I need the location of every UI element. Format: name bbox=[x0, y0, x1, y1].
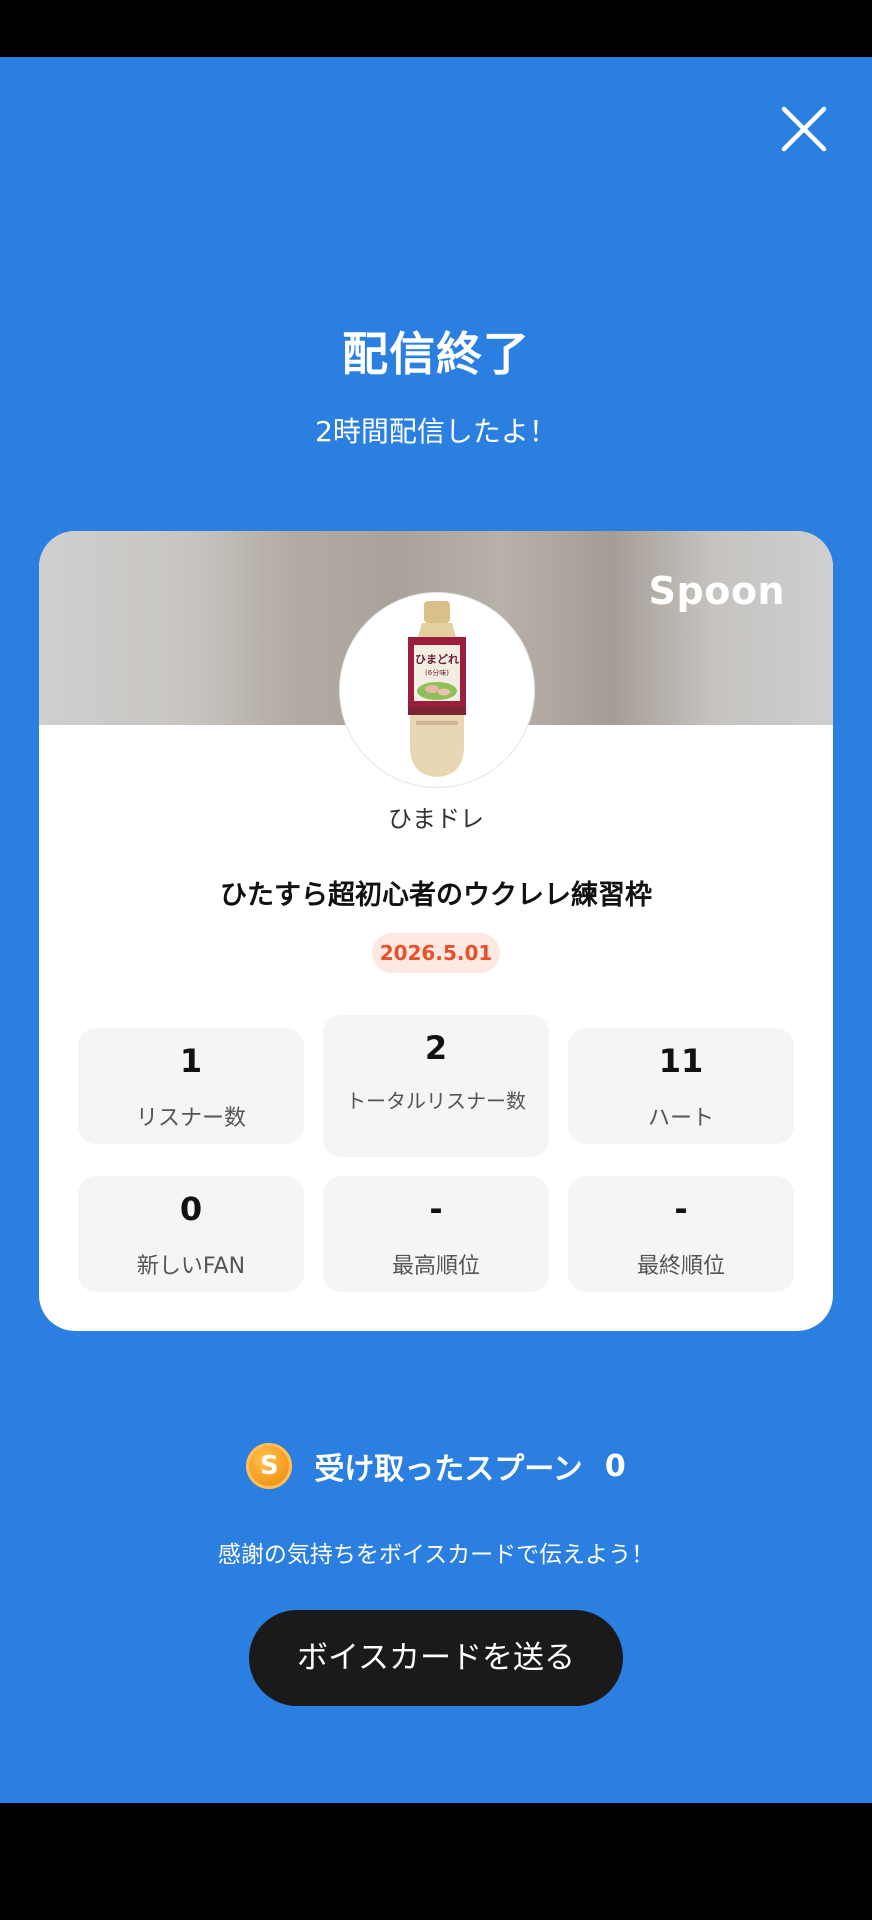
page-subtitle: 2時間配信したよ！ bbox=[315, 415, 557, 448]
stat-value: 1 bbox=[179, 1042, 203, 1080]
page-title: 配信終了 bbox=[342, 327, 530, 381]
spoons-received-count: 0 bbox=[604, 1448, 626, 1484]
stat-label: 新しいFAN bbox=[136, 1254, 246, 1279]
broadcast-ended-screen: 配信終了 2時間配信したよ！ Spoon ひまどれ (6分味) ひまドレ ひたす… bbox=[0, 57, 872, 1803]
send-voice-card-button[interactable]: ボイスカードを送る bbox=[249, 1610, 623, 1706]
spoons-received: S 受け取ったスプーン 0 bbox=[0, 1438, 872, 1494]
spoons-received-label: 受け取ったスプーン bbox=[314, 1452, 583, 1487]
voice-card-prompt: 感謝の気持ちをボイスカードで伝えよう！ bbox=[217, 1542, 655, 1568]
stat-label: ハート bbox=[647, 1106, 714, 1131]
stat-hearts: 11 ハート bbox=[568, 1028, 794, 1144]
stat-total-listeners: 2 トータルリスナー数 bbox=[323, 1015, 549, 1157]
stat-value: 2 bbox=[424, 1029, 448, 1067]
broadcast-summary-card: Spoon ひまどれ (6分味) ひまドレ ひたすら超初心者のウクレレ練習枠 2… bbox=[39, 531, 833, 1331]
username: ひまドレ bbox=[388, 805, 484, 833]
stat-value: - bbox=[429, 1190, 443, 1228]
spoon-coin-icon: S bbox=[246, 1443, 293, 1489]
close-icon bbox=[781, 106, 827, 152]
stat-label: リスナー数 bbox=[135, 1106, 246, 1131]
stat-value: - bbox=[674, 1190, 688, 1228]
date-badge: 2026.5.01 bbox=[372, 933, 500, 973]
stat-label: 最終順位 bbox=[636, 1254, 725, 1279]
svg-text:(6分味): (6分味) bbox=[425, 668, 449, 677]
stat-listeners: 1 リスナー数 bbox=[78, 1028, 304, 1144]
close-button[interactable] bbox=[778, 103, 830, 155]
navigation-bar bbox=[0, 1803, 872, 1920]
stat-label: トータルリスナー数 bbox=[346, 1089, 526, 1113]
spoon-logo: Spoon bbox=[648, 569, 785, 613]
stat-final-rank: - 最終順位 bbox=[568, 1176, 794, 1292]
stat-label: 最高順位 bbox=[391, 1254, 480, 1279]
stat-new-fans: 0 新しいFAN bbox=[78, 1176, 304, 1292]
dressing-bottle-image: ひまどれ (6分味) bbox=[344, 597, 530, 783]
broadcast-title: ひたすら超初心者のウクレレ練習枠 bbox=[220, 880, 652, 911]
avatar: ひまどれ (6分味) bbox=[340, 593, 534, 787]
stat-value: 0 bbox=[179, 1190, 203, 1228]
status-bar bbox=[0, 0, 872, 57]
stat-value: 11 bbox=[658, 1042, 704, 1080]
stat-highest-rank: - 最高順位 bbox=[323, 1176, 549, 1292]
svg-text:ひまどれ: ひまどれ bbox=[415, 653, 459, 666]
